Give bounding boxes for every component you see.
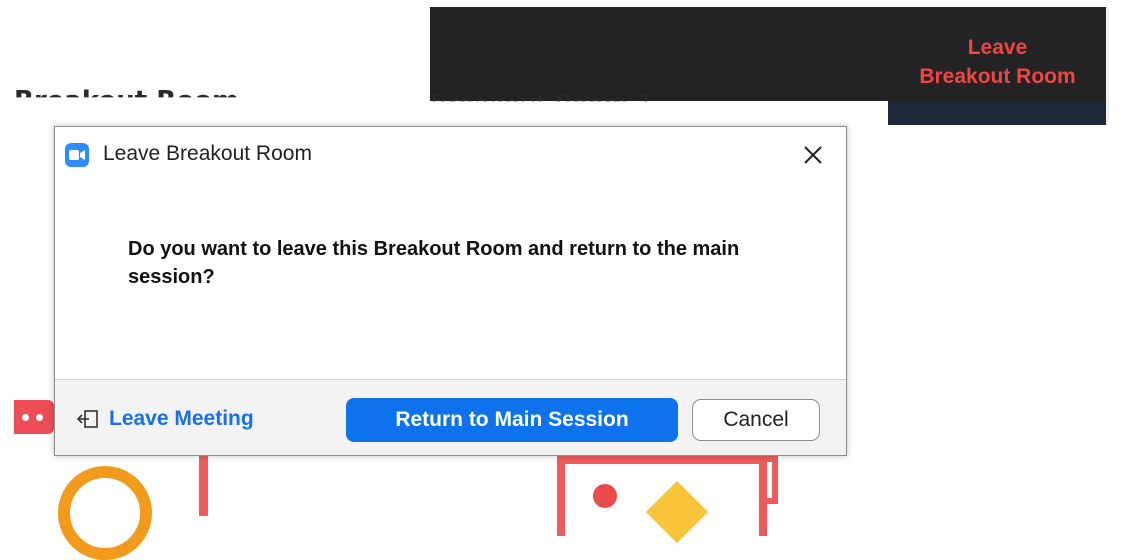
return-to-main-session-button[interactable]: Return to Main Session xyxy=(346,398,678,442)
decorative-bar xyxy=(199,456,208,516)
leave-breakout-room-label-line2: Breakout Room xyxy=(919,65,1076,88)
meeting-toolbar-strip xyxy=(888,101,1107,125)
background-room-name: Breakout Room 1 xyxy=(430,90,654,120)
more-options-icon[interactable] xyxy=(14,400,54,434)
leave-meeting-link[interactable]: Leave Meeting xyxy=(77,404,254,434)
sun-illustration xyxy=(593,484,617,508)
close-button[interactable] xyxy=(795,137,831,173)
dialog-footer: Leave Meeting Return to Main Session Can… xyxy=(55,379,846,455)
leave-meeting-label: Leave Meeting xyxy=(109,407,254,430)
close-icon xyxy=(804,146,822,164)
dialog-titlebar: Leave Breakout Room xyxy=(55,127,846,183)
leave-breakout-room-label-line1: Leave xyxy=(967,36,1028,59)
dialog-message: Do you want to leave this Breakout Room … xyxy=(128,238,740,288)
leave-breakout-room-button[interactable]: Leave Breakout Room xyxy=(888,33,1107,91)
zoom-camera-icon xyxy=(65,143,89,167)
headphones-icon xyxy=(58,466,152,560)
picture-frame-tab xyxy=(762,456,778,504)
leave-breakout-room-dialog: Leave Breakout Room Do you want to leave… xyxy=(54,126,847,456)
exit-icon xyxy=(77,410,98,428)
cancel-button[interactable]: Cancel xyxy=(692,399,820,441)
dialog-title: Leave Breakout Room xyxy=(103,142,312,165)
background-heading: Breakout Room xyxy=(14,86,240,116)
